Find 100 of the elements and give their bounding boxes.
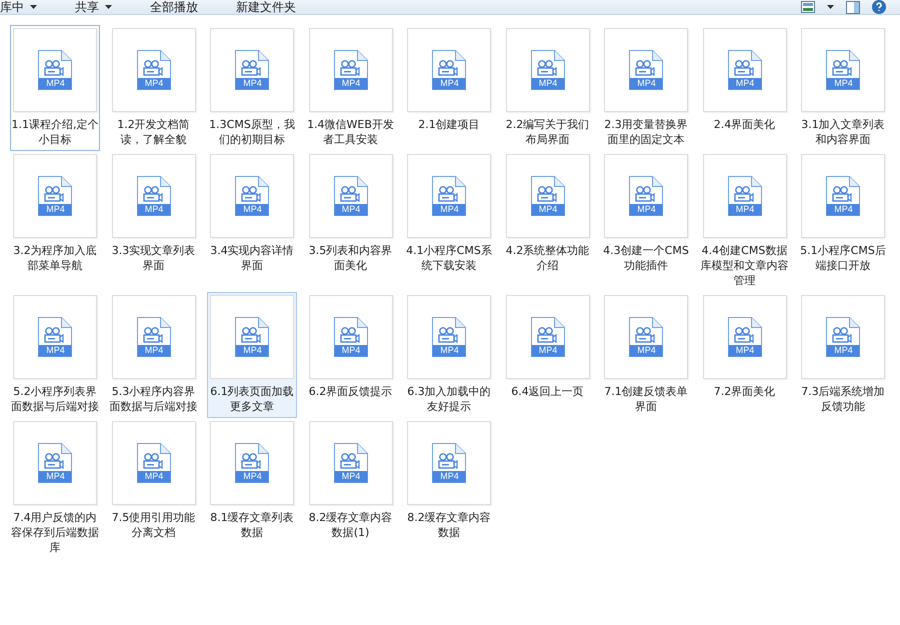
- file-type-label: MP4: [439, 204, 460, 215]
- video-file-icon: [136, 50, 170, 90]
- video-file-icon: [38, 317, 72, 357]
- video-file-icon: [728, 317, 762, 357]
- file-type-label: MP4: [734, 204, 756, 215]
- file-type-label: MP4: [439, 345, 460, 356]
- file-item[interactable]: MP4 5.1小程序CMS后端接口开放: [798, 151, 888, 277]
- file-type-label: MP4: [45, 471, 66, 482]
- file-name: 2.3用变量替换界面里的固定文本: [603, 117, 689, 147]
- file-item[interactable]: MP4 8.2缓存文章内容数据(1): [306, 418, 396, 544]
- file-type-label: MP4: [538, 78, 558, 89]
- file-type-label: MP4: [439, 78, 460, 89]
- file-type-label: MP4: [636, 204, 657, 215]
- file-item[interactable]: MP4 2.3用变量替换界面里的固定文本: [601, 25, 691, 151]
- file-item[interactable]: MP4 7.1创建反馈表单界面: [601, 292, 691, 418]
- caret-icon[interactable]: [827, 5, 834, 9]
- file-item[interactable]: MP4 1.1课程介绍,定个小目标: [10, 25, 100, 151]
- file-name: 1.2开发文档简读，了解全貌: [116, 117, 191, 147]
- file-name: 7.2界面美化: [712, 384, 776, 400]
- video-file-icon: [629, 50, 663, 90]
- file-name: 8.2缓存文章内容数据(1): [308, 510, 394, 540]
- file-type-label: MP4: [45, 78, 66, 89]
- file-name: 7.4用户反馈的内容保存到后端数据库: [11, 510, 99, 555]
- file-item[interactable]: MP4 6.2界面反馈提示: [306, 292, 396, 418]
- view-options-icon[interactable]: [801, 1, 815, 13]
- file-item[interactable]: MP4 4.3创建一个CMS功能插件: [601, 151, 691, 277]
- file-item[interactable]: MP4 2.4界面美化: [700, 25, 790, 151]
- file-item[interactable]: MP4 5.2小程序列表界面数据与后端对接: [10, 292, 100, 418]
- video-file-icon: [334, 317, 368, 357]
- file-item[interactable]: MP4 3.2为程序加入底部菜单导航: [10, 151, 100, 277]
- file-name: 4.3创建一个CMS功能插件: [602, 243, 690, 273]
- file-item[interactable]: MP4 7.5使用引用功能分离文档: [108, 418, 198, 544]
- file-name: 1.4微信WEB开发者工具安装: [306, 117, 394, 147]
- file-item[interactable]: MP4 3.4实现内容详情界面: [207, 151, 297, 277]
- file-item[interactable]: MP4 1.4微信WEB开发者工具安装: [306, 25, 396, 151]
- file-type-label: MP4: [144, 345, 164, 356]
- file-name: 7.5使用引用功能分离文档: [110, 510, 196, 540]
- video-file-icon: [235, 443, 269, 483]
- file-type-label: MP4: [242, 78, 263, 89]
- file-item[interactable]: MP4 6.4返回上一页: [502, 292, 592, 418]
- video-file-icon: [334, 176, 368, 216]
- video-file-icon: [629, 176, 663, 216]
- video-file-icon: [136, 443, 170, 483]
- video-file-icon: [136, 176, 170, 216]
- video-file-icon: [432, 50, 466, 90]
- preview-pane-icon[interactable]: [846, 0, 860, 14]
- file-type-label: MP4: [340, 471, 362, 482]
- file-type-label: MP4: [538, 204, 558, 215]
- file-type-label: MP4: [833, 204, 854, 215]
- file-name: 4.4创建CMS数据库模型和文章内容管理: [700, 243, 788, 288]
- file-name: 6.1列表页面加载更多文章: [209, 384, 295, 414]
- file-item[interactable]: MP4 4.2系统整体功能介绍: [502, 151, 592, 277]
- file-type-label: MP4: [734, 78, 756, 89]
- file-type-label: MP4: [45, 345, 66, 356]
- file-item[interactable]: MP4 4.4创建CMS数据库模型和文章内容管理: [700, 151, 790, 292]
- file-type-label: MP4: [340, 78, 362, 89]
- file-item[interactable]: MP4 8.1缓存文章列表数据: [207, 418, 297, 544]
- video-file-icon: [826, 317, 860, 357]
- file-item[interactable]: MP4 4.1小程序CMS系统下载安装: [404, 151, 494, 277]
- file-type-label: MP4: [242, 471, 263, 482]
- file-name: 8.1缓存文章列表数据: [209, 510, 295, 540]
- file-type-label: MP4: [833, 345, 854, 356]
- toolbar-button[interactable]: 库中: [0, 0, 47, 14]
- file-item[interactable]: MP4 7.3后端系统增加反馈功能: [798, 292, 888, 418]
- file-name: 7.1创建反馈表单界面: [603, 384, 689, 414]
- video-file-icon: [136, 317, 170, 357]
- toolbar-button[interactable]: 全部播放: [140, 0, 208, 14]
- file-item[interactable]: MP4 2.2编写关于我们布局界面: [502, 25, 592, 151]
- file-item[interactable]: MP4 3.3实现文章列表界面: [108, 151, 198, 277]
- file-name: 3.3实现文章列表界面: [110, 243, 196, 273]
- file-name: 1.1课程介绍,定个小目标: [11, 117, 99, 147]
- file-item[interactable]: MP4 1.3CMS原型，我们的初期目标: [207, 25, 297, 151]
- video-file-icon: [432, 317, 466, 357]
- file-name: 5.3小程序内容界面数据与后端对接: [110, 384, 198, 414]
- file-item[interactable]: MP4 7.4用户反馈的内容保存到后端数据库: [10, 418, 100, 559]
- toolbar-button[interactable]: 新建文件夹: [226, 0, 306, 14]
- file-item[interactable]: MP4 6.3加入加载中的友好提示: [404, 292, 494, 418]
- file-type-label: MP4: [340, 204, 362, 215]
- file-item[interactable]: MP4 5.3小程序内容界面数据与后端对接: [108, 292, 198, 418]
- file-item[interactable]: MP4 3.5列表和内容界面美化: [306, 151, 396, 277]
- file-item[interactable]: MP4 7.2界面美化: [700, 292, 790, 418]
- file-type-label: MP4: [242, 345, 263, 356]
- file-item[interactable]: MP4 3.1加入文章列表和内容界面: [798, 25, 888, 151]
- file-item[interactable]: MP4 6.1列表页面加载更多文章: [207, 292, 297, 418]
- help-icon[interactable]: [872, 0, 886, 14]
- video-file-icon: [235, 50, 269, 90]
- video-file-icon: [38, 176, 72, 216]
- toolbar-button[interactable]: 共享: [65, 0, 122, 14]
- video-file-icon: [826, 176, 860, 216]
- file-type-label: MP4: [734, 345, 756, 356]
- video-file-icon: [38, 50, 72, 90]
- file-item[interactable]: MP4 8.2缓存文章内容数据: [404, 418, 494, 544]
- video-file-icon: [728, 176, 762, 216]
- file-type-label: MP4: [439, 471, 460, 482]
- file-item[interactable]: MP4 1.2开发文档简读，了解全貌: [108, 25, 198, 151]
- file-name: 2.4界面美化: [712, 117, 776, 133]
- file-name: 7.3后端系统增加反馈功能: [800, 384, 886, 414]
- file-item[interactable]: MP4 2.1创建项目: [404, 25, 494, 151]
- file-name: 2.1创建项目: [417, 117, 481, 133]
- file-name: 6.3加入加载中的友好提示: [406, 384, 492, 414]
